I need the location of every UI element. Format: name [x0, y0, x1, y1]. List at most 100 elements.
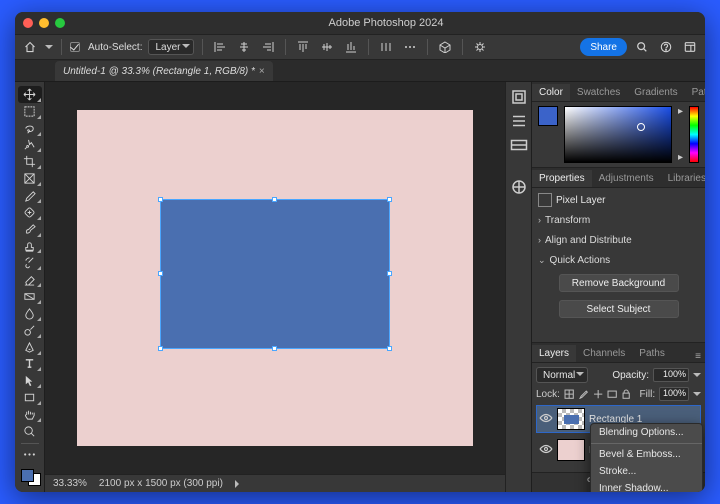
fg-color-swatch[interactable]: [21, 469, 34, 482]
stamp-tool[interactable]: [18, 238, 42, 255]
lock-artboard-icon[interactable]: [607, 388, 617, 401]
minimize-window-button[interactable]: [39, 18, 49, 28]
close-tab-icon[interactable]: ×: [259, 66, 265, 77]
tab-layers[interactable]: Layers: [532, 345, 576, 362]
lock-position-icon[interactable]: [593, 388, 603, 401]
color-swatch[interactable]: [538, 106, 558, 126]
transform-bounds[interactable]: [161, 200, 389, 348]
align-vcenter-icon[interactable]: [318, 38, 336, 56]
canvas-area[interactable]: [45, 82, 505, 474]
history-brush-tool[interactable]: [18, 254, 42, 271]
3d-mode-icon[interactable]: [436, 38, 454, 56]
marquee-tool[interactable]: [18, 103, 42, 120]
tab-properties[interactable]: Properties: [532, 170, 592, 187]
blend-mode-dropdown[interactable]: Normal: [536, 367, 588, 383]
chevron-down-icon[interactable]: [693, 392, 701, 400]
align-right-icon[interactable]: [259, 38, 277, 56]
pen-tool[interactable]: [18, 339, 42, 356]
fg-bg-swatches[interactable]: [19, 467, 41, 486]
zoom-level[interactable]: 33.33%: [53, 478, 87, 489]
hand-tool[interactable]: [18, 406, 42, 423]
tab-channels[interactable]: Channels: [576, 345, 632, 362]
tab-gradients[interactable]: Gradients: [627, 84, 684, 101]
section-quick-actions[interactable]: ⌄Quick Actions: [538, 252, 699, 268]
eyedropper-tool[interactable]: [18, 187, 42, 204]
chevron-down-icon[interactable]: [693, 373, 701, 381]
home-button[interactable]: [21, 38, 39, 56]
fill-input[interactable]: 100%: [659, 387, 689, 401]
blur-tool[interactable]: [18, 305, 42, 322]
align-top-icon[interactable]: [294, 38, 312, 56]
type-tool[interactable]: [18, 356, 42, 373]
workspace-switcher-icon[interactable]: [681, 38, 699, 56]
move-tool[interactable]: [18, 86, 42, 103]
eraser-tool[interactable]: [18, 271, 42, 288]
close-window-button[interactable]: [23, 18, 33, 28]
ctx-blending-options[interactable]: Blending Options...: [591, 424, 702, 441]
edit-toolbar-icon[interactable]: [18, 447, 42, 464]
opacity-input[interactable]: 100%: [653, 368, 689, 382]
handle-tl[interactable]: [158, 197, 163, 202]
search-icon[interactable]: [633, 38, 651, 56]
ctx-inner-shadow[interactable]: Inner Shadow...: [591, 480, 702, 492]
crop-tool[interactable]: [18, 153, 42, 170]
visibility-toggle-icon[interactable]: [539, 442, 553, 459]
section-transform[interactable]: ›Transform: [538, 212, 699, 228]
tab-swatches[interactable]: Swatches: [570, 84, 627, 101]
layer-thumb[interactable]: [557, 439, 585, 461]
zoom-tool[interactable]: [18, 423, 42, 440]
handle-mr[interactable]: [387, 271, 392, 276]
select-subject-button[interactable]: Select Subject: [559, 300, 679, 318]
home-menu-chevron-icon[interactable]: [45, 45, 53, 53]
maximize-window-button[interactable]: [55, 18, 65, 28]
share-button[interactable]: Share: [580, 38, 627, 56]
brush-tool[interactable]: [18, 221, 42, 238]
collapsed-panel-icon[interactable]: [510, 112, 528, 130]
auto-select-target-dropdown[interactable]: Layer: [148, 39, 193, 55]
ctx-stroke[interactable]: Stroke...: [591, 463, 702, 480]
lasso-tool[interactable]: [18, 120, 42, 137]
handle-bm[interactable]: [272, 346, 277, 351]
handle-tm[interactable]: [272, 197, 277, 202]
dodge-tool[interactable]: [18, 322, 42, 339]
handle-ml[interactable]: [158, 271, 163, 276]
document-tab[interactable]: Untitled-1 @ 33.3% (Rectangle 1, RGB/8) …: [55, 61, 273, 81]
lock-all-icon[interactable]: [621, 388, 631, 401]
help-icon[interactable]: [657, 38, 675, 56]
align-hcenter-icon[interactable]: [235, 38, 253, 56]
align-left-icon[interactable]: [211, 38, 229, 56]
collapsed-panel-icon[interactable]: [510, 88, 528, 106]
layer-thumb[interactable]: [557, 408, 585, 430]
auto-select-checkbox[interactable]: [70, 42, 80, 52]
lock-pixels-icon[interactable]: [578, 388, 588, 401]
align-bottom-icon[interactable]: [342, 38, 360, 56]
handle-bl[interactable]: [158, 346, 163, 351]
collapsed-panel-icon[interactable]: [510, 136, 528, 154]
document-canvas[interactable]: [77, 110, 473, 446]
color-field[interactable]: [564, 106, 672, 163]
distribute-h-icon[interactable]: [377, 38, 395, 56]
workspace-settings-icon[interactable]: [471, 38, 489, 56]
tab-color[interactable]: Color: [532, 84, 570, 101]
quick-select-tool[interactable]: [18, 137, 42, 154]
tab-libraries[interactable]: Libraries: [661, 170, 705, 187]
handle-tr[interactable]: [387, 197, 392, 202]
remove-background-button[interactable]: Remove Background: [559, 274, 679, 292]
tab-paths[interactable]: Paths: [632, 345, 672, 362]
status-menu-chevron-icon[interactable]: [235, 480, 243, 488]
lock-transparency-icon[interactable]: [564, 388, 574, 401]
tab-patterns[interactable]: Patterns: [685, 84, 705, 101]
section-align[interactable]: ›Align and Distribute: [538, 232, 699, 248]
gradient-tool[interactable]: [18, 288, 42, 305]
hue-slider[interactable]: [689, 106, 699, 163]
panel-menu-icon[interactable]: ≡: [691, 351, 705, 362]
visibility-toggle-icon[interactable]: [539, 411, 553, 428]
frame-tool[interactable]: [18, 170, 42, 187]
color-picker-cursor[interactable]: [637, 123, 645, 131]
tab-adjustments[interactable]: Adjustments: [592, 170, 661, 187]
path-select-tool[interactable]: [18, 372, 42, 389]
ctx-bevel-emboss[interactable]: Bevel & Emboss...: [591, 446, 702, 463]
heal-tool[interactable]: [18, 204, 42, 221]
shape-tool[interactable]: [18, 389, 42, 406]
collapsed-panel-icon[interactable]: [510, 178, 528, 196]
